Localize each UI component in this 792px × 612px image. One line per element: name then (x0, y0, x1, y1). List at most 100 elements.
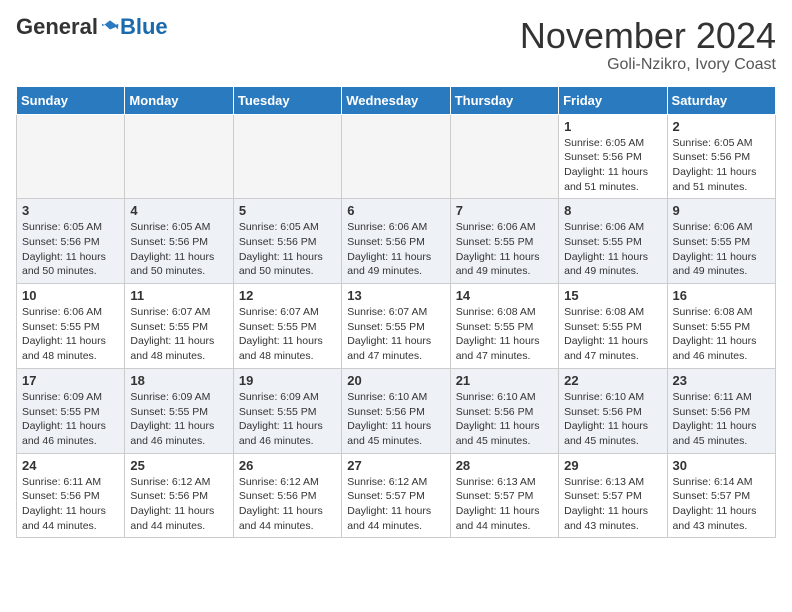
calendar-week-row: 24Sunrise: 6:11 AMSunset: 5:56 PMDayligh… (17, 453, 776, 538)
day-info: Sunrise: 6:06 AMSunset: 5:55 PMDaylight:… (22, 305, 119, 364)
day-number: 20 (347, 373, 444, 388)
day-number: 21 (456, 373, 553, 388)
day-info: Sunrise: 6:12 AMSunset: 5:56 PMDaylight:… (130, 475, 227, 534)
logo-blue-text: Blue (120, 16, 168, 38)
calendar-cell: 25 Sunrise: 6:12 AMSunset: 5:56 PMDayligh… (125, 453, 233, 538)
day-number: 1 (564, 119, 661, 134)
day-number: 10 (22, 288, 119, 303)
day-info: Sunrise: 6:07 AMSunset: 5:55 PMDaylight:… (130, 305, 227, 364)
day-info: Sunrise: 6:10 AMSunset: 5:56 PMDaylight:… (347, 390, 444, 449)
day-info: Sunrise: 6:06 AMSunset: 5:55 PMDaylight:… (456, 220, 553, 279)
day-info: Sunrise: 6:09 AMSunset: 5:55 PMDaylight:… (22, 390, 119, 449)
calendar-cell: 8 Sunrise: 6:06 AMSunset: 5:55 PMDaylight… (559, 199, 667, 284)
calendar-cell: 7 Sunrise: 6:06 AMSunset: 5:55 PMDaylight… (450, 199, 558, 284)
calendar-cell: 20 Sunrise: 6:10 AMSunset: 5:56 PMDayligh… (342, 368, 450, 453)
day-number: 2 (673, 119, 770, 134)
calendar-cell: 27 Sunrise: 6:12 AMSunset: 5:57 PMDayligh… (342, 453, 450, 538)
day-info: Sunrise: 6:11 AMSunset: 5:56 PMDaylight:… (673, 390, 770, 449)
col-header-tuesday: Tuesday (233, 86, 341, 114)
day-number: 19 (239, 373, 336, 388)
calendar-cell: 18 Sunrise: 6:09 AMSunset: 5:55 PMDayligh… (125, 368, 233, 453)
day-info: Sunrise: 6:08 AMSunset: 5:55 PMDaylight:… (564, 305, 661, 364)
calendar-week-row: 17 Sunrise: 6:09 AMSunset: 5:55 PMDayligh… (17, 368, 776, 453)
day-info: Sunrise: 6:08 AMSunset: 5:55 PMDaylight:… (673, 305, 770, 364)
col-header-wednesday: Wednesday (342, 86, 450, 114)
calendar-header-row: SundayMondayTuesdayWednesdayThursdayFrid… (17, 86, 776, 114)
calendar-cell: 28Sunrise: 6:13 AMSunset: 5:57 PMDayligh… (450, 453, 558, 538)
day-info: Sunrise: 6:09 AMSunset: 5:55 PMDaylight:… (239, 390, 336, 449)
logo: General Blue (16, 16, 168, 38)
calendar-cell: 24Sunrise: 6:11 AMSunset: 5:56 PMDayligh… (17, 453, 125, 538)
day-number: 23 (673, 373, 770, 388)
calendar-cell: 3Sunrise: 6:05 AMSunset: 5:56 PMDaylight… (17, 199, 125, 284)
calendar-cell: 2Sunrise: 6:05 AMSunset: 5:56 PMDaylight… (667, 114, 775, 199)
calendar-cell: 5Sunrise: 6:05 AMSunset: 5:56 PMDaylight… (233, 199, 341, 284)
day-number: 16 (673, 288, 770, 303)
day-info: Sunrise: 6:13 AMSunset: 5:57 PMDaylight:… (456, 475, 553, 534)
calendar-cell: 12 Sunrise: 6:07 AMSunset: 5:55 PMDayligh… (233, 284, 341, 369)
col-header-monday: Monday (125, 86, 233, 114)
title-block: November 2024 Goli-Nzikro, Ivory Coast (520, 16, 776, 74)
calendar-cell: 14Sunrise: 6:08 AMSunset: 5:55 PMDayligh… (450, 284, 558, 369)
day-number: 7 (456, 203, 553, 218)
logo-bird-icon (100, 17, 120, 37)
day-info: Sunrise: 6:06 AMSunset: 5:55 PMDaylight:… (673, 220, 770, 279)
calendar-cell: 21 Sunrise: 6:10 AMSunset: 5:56 PMDayligh… (450, 368, 558, 453)
calendar-cell (125, 114, 233, 199)
day-info: Sunrise: 6:14 AMSunset: 5:57 PMDaylight:… (673, 475, 770, 534)
calendar-cell: 1 Sunrise: 6:05 AMSunset: 5:56 PMDaylight… (559, 114, 667, 199)
day-info: Sunrise: 6:05 AMSunset: 5:56 PMDaylight:… (564, 136, 661, 195)
day-number: 5 (239, 203, 336, 218)
day-number: 3 (22, 203, 119, 218)
calendar-cell: 15 Sunrise: 6:08 AMSunset: 5:55 PMDayligh… (559, 284, 667, 369)
day-number: 8 (564, 203, 661, 218)
day-info: Sunrise: 6:12 AMSunset: 5:56 PMDaylight:… (239, 475, 336, 534)
calendar-cell (450, 114, 558, 199)
day-number: 6 (347, 203, 444, 218)
day-number: 26 (239, 458, 336, 473)
calendar-cell: 10 Sunrise: 6:06 AMSunset: 5:55 PMDayligh… (17, 284, 125, 369)
day-info: Sunrise: 6:09 AMSunset: 5:55 PMDaylight:… (130, 390, 227, 449)
day-info: Sunrise: 6:07 AMSunset: 5:55 PMDaylight:… (239, 305, 336, 364)
day-info: Sunrise: 6:06 AMSunset: 5:56 PMDaylight:… (347, 220, 444, 279)
day-info: Sunrise: 6:05 AMSunset: 5:56 PMDaylight:… (130, 220, 227, 279)
calendar-table: SundayMondayTuesdayWednesdayThursdayFrid… (16, 86, 776, 539)
logo-general-text: General (16, 16, 98, 38)
calendar-cell: 26 Sunrise: 6:12 AMSunset: 5:56 PMDayligh… (233, 453, 341, 538)
calendar-cell (233, 114, 341, 199)
day-number: 12 (239, 288, 336, 303)
col-header-sunday: Sunday (17, 86, 125, 114)
day-number: 15 (564, 288, 661, 303)
calendar-cell: 6 Sunrise: 6:06 AMSunset: 5:56 PMDaylight… (342, 199, 450, 284)
day-number: 30 (673, 458, 770, 473)
calendar-cell: 29Sunrise: 6:13 AMSunset: 5:57 PMDayligh… (559, 453, 667, 538)
calendar-cell: 11 Sunrise: 6:07 AMSunset: 5:55 PMDayligh… (125, 284, 233, 369)
day-info: Sunrise: 6:06 AMSunset: 5:55 PMDaylight:… (564, 220, 661, 279)
day-number: 22 (564, 373, 661, 388)
day-info: Sunrise: 6:10 AMSunset: 5:56 PMDaylight:… (456, 390, 553, 449)
day-info: Sunrise: 6:12 AMSunset: 5:57 PMDaylight:… (347, 475, 444, 534)
page-header: General Blue November 2024 Goli-Nzikro, … (16, 16, 776, 74)
calendar-cell: 13Sunrise: 6:07 AMSunset: 5:55 PMDayligh… (342, 284, 450, 369)
col-header-saturday: Saturday (667, 86, 775, 114)
day-number: 11 (130, 288, 227, 303)
calendar-cell: 16 Sunrise: 6:08 AMSunset: 5:55 PMDayligh… (667, 284, 775, 369)
calendar-week-row: 10 Sunrise: 6:06 AMSunset: 5:55 PMDayligh… (17, 284, 776, 369)
calendar-week-row: 1 Sunrise: 6:05 AMSunset: 5:56 PMDaylight… (17, 114, 776, 199)
day-number: 4 (130, 203, 227, 218)
day-number: 17 (22, 373, 119, 388)
day-number: 25 (130, 458, 227, 473)
calendar-cell: 4 Sunrise: 6:05 AMSunset: 5:56 PMDaylight… (125, 199, 233, 284)
calendar-cell: 19 Sunrise: 6:09 AMSunset: 5:55 PMDayligh… (233, 368, 341, 453)
calendar-cell: 22Sunrise: 6:10 AMSunset: 5:56 PMDayligh… (559, 368, 667, 453)
day-number: 18 (130, 373, 227, 388)
day-number: 29 (564, 458, 661, 473)
day-number: 27 (347, 458, 444, 473)
location-text: Goli-Nzikro, Ivory Coast (520, 56, 776, 74)
calendar-week-row: 3 Sunrise: 6:05 AMSunset: 5:56 PMDaylight… (17, 199, 776, 284)
calendar-cell: 9 Sunrise: 6:06 AMSunset: 5:55 PMDaylight… (667, 199, 775, 284)
calendar-cell (342, 114, 450, 199)
day-number: 14 (456, 288, 553, 303)
day-number: 9 (673, 203, 770, 218)
calendar-cell: 17 Sunrise: 6:09 AMSunset: 5:55 PMDayligh… (17, 368, 125, 453)
